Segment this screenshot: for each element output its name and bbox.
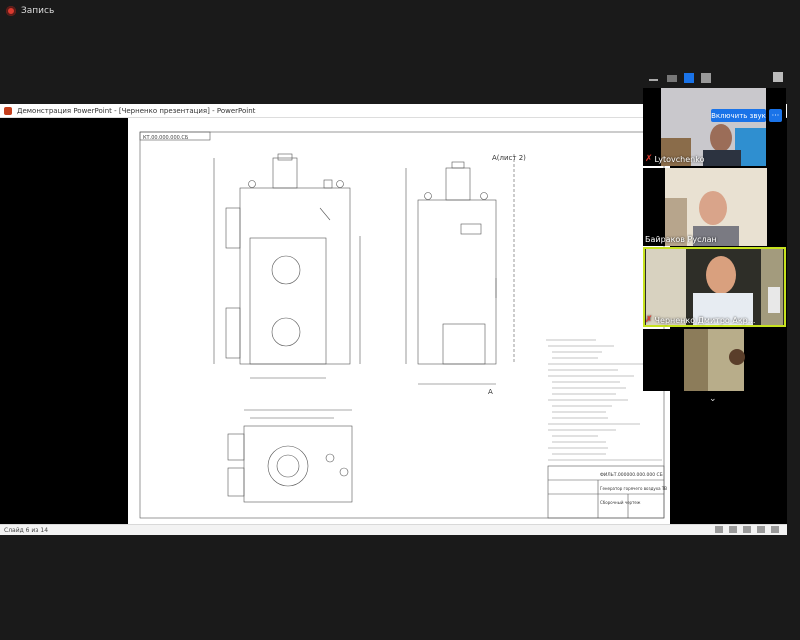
front-motor-cap <box>277 153 293 161</box>
slideshow-icon[interactable] <box>771 526 779 533</box>
window-title: Демонстрация PowerPoint - [Черненко през… <box>17 106 256 115</box>
participants-panel: Включить звук ··· ✗ Lytovchenko Байраков… <box>643 68 786 408</box>
slide-sorter-icon[interactable] <box>743 526 751 533</box>
chevron-down-icon[interactable]: ⌄ <box>709 394 717 404</box>
side-control-box <box>460 223 482 235</box>
record-icon <box>6 6 16 16</box>
powerpoint-icon <box>4 106 12 115</box>
recording-indicator: Запись <box>6 6 54 16</box>
more-options-button[interactable]: ··· <box>769 109 782 122</box>
side-motor <box>445 167 471 201</box>
technical-drawing: КТ.00.000.000.СБ А(лист 2) А ФИЛЬТ.00000… <box>139 131 667 519</box>
front-lifting-eye-2 <box>336 180 344 188</box>
participant-tile[interactable]: Байраков Руслан <box>643 168 786 246</box>
front-view-body <box>239 187 351 365</box>
unmute-button[interactable]: Включить звук <box>711 109 766 122</box>
front-door <box>249 237 327 365</box>
doc-code: КТ.00.000.000.СБ <box>143 135 189 141</box>
powerpoint-status-bar: Слайд 6 из 14 <box>0 524 787 535</box>
front-porthole-upper <box>271 255 301 285</box>
view-buttons[interactable] <box>715 526 779 533</box>
sheet-note: Сборочный чертеж <box>600 500 641 505</box>
participant-tile[interactable] <box>643 329 786 391</box>
top-view-body <box>243 425 353 503</box>
front-side-panel-bottom <box>225 307 241 359</box>
participant-video-4 <box>643 329 786 391</box>
top-fitting-2 <box>339 467 349 477</box>
participant-tile[interactable]: Включить звук ··· ✗ Lytovchenko <box>643 88 786 166</box>
recording-label: Запись <box>21 6 55 16</box>
layout-icon[interactable] <box>773 72 783 82</box>
mic-muted-icon: ✗ <box>645 154 653 164</box>
front-top-fitting <box>323 179 333 189</box>
slide: КТ.00.000.000.СБ А(лист 2) А ФИЛЬТ.00000… <box>128 118 670 524</box>
slide-margin-left <box>0 118 128 524</box>
participant-name: ✗ Черненко Дмитро Акр... <box>645 315 756 325</box>
top-flange-inner <box>276 454 300 478</box>
side-motor-cap <box>451 161 465 169</box>
side-lifting-eye-1 <box>424 192 432 200</box>
section-label: А(лист 2) <box>492 154 526 162</box>
front-porthole-lower <box>271 317 301 347</box>
front-side-panel-top <box>225 207 241 249</box>
side-lifting-eye-2 <box>480 192 488 200</box>
drawing-number: ФИЛЬТ.000000.000.000 СБ <box>600 472 663 478</box>
panel-toolbar <box>643 68 786 88</box>
top-side-panel-2 <box>227 467 245 497</box>
top-side-panel-1 <box>227 433 245 461</box>
section-arrow-label: А <box>488 388 493 396</box>
mic-muted-icon: ✗ <box>645 315 653 325</box>
notes-icon[interactable] <box>715 526 723 533</box>
product-name: Генератор горячего воздуха ТВ <box>600 486 667 491</box>
single-view-icon[interactable] <box>667 75 677 82</box>
gallery-view-icon[interactable] <box>701 73 711 83</box>
front-motor <box>272 157 298 189</box>
slide-counter: Слайд 6 из 14 <box>4 526 49 534</box>
reading-view-icon[interactable] <box>757 526 765 533</box>
normal-view-icon[interactable] <box>729 526 737 533</box>
participant-tile-active[interactable]: ✗ Черненко Дмитро Акр... <box>643 247 786 327</box>
participant-name: Байраков Руслан <box>645 235 717 244</box>
minimize-icon[interactable] <box>649 79 658 81</box>
top-fitting-1 <box>325 453 335 463</box>
front-lever <box>319 207 331 221</box>
participant-name: ✗ Lytovchenko <box>645 154 705 164</box>
front-lifting-eye-1 <box>248 180 256 188</box>
side-lower-hatch <box>442 323 486 365</box>
strip-view-icon[interactable] <box>684 73 694 83</box>
top-flange-outer <box>267 445 309 487</box>
side-view-body <box>417 199 497 365</box>
